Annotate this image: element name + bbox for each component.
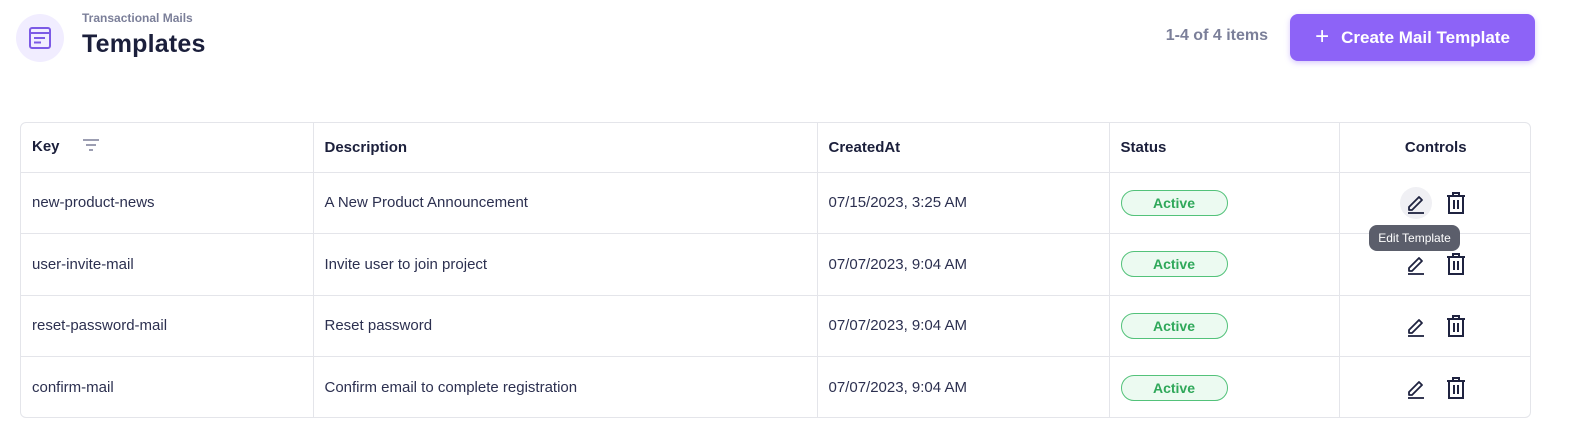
- cell-created-at: 07/07/2023, 9:04 AM: [817, 356, 1110, 417]
- create-button-label: Create Mail Template: [1341, 27, 1510, 47]
- plus-icon: +: [1315, 22, 1330, 50]
- table-header-row: Key Description CreatedAt Status Control…: [21, 123, 1530, 173]
- table-row: user-invite-mail Invite user to join pro…: [21, 233, 1530, 296]
- templates-table: Key Description CreatedAt Status Control…: [20, 122, 1531, 418]
- edit-icon[interactable]: [1399, 186, 1432, 219]
- cell-description: Confirm email to complete registration: [313, 356, 818, 417]
- column-header-description: Description: [313, 123, 818, 173]
- column-header-controls: Controls: [1339, 123, 1530, 173]
- filter-icon[interactable]: [82, 138, 100, 156]
- table-row: reset-password-mail Reset password 07/07…: [21, 295, 1530, 357]
- cell-key: new-product-news: [21, 172, 314, 234]
- column-header-key-label: Key: [32, 138, 60, 156]
- column-header-status: Status: [1109, 123, 1340, 173]
- trash-icon[interactable]: [1440, 187, 1472, 219]
- status-badge: Active: [1120, 251, 1228, 278]
- item-count: 1-4 of 4 items: [1165, 27, 1268, 44]
- breadcrumb[interactable]: Transactional Mails: [82, 11, 193, 25]
- cell-controls: [1339, 295, 1530, 357]
- trash-icon[interactable]: [1440, 310, 1472, 342]
- table-row: new-product-news A New Product Announcem…: [21, 172, 1530, 234]
- column-header-key[interactable]: Key: [21, 123, 314, 173]
- cell-status: Active: [1109, 172, 1340, 234]
- cell-description: Invite user to join project: [313, 233, 818, 296]
- cell-created-at: 07/07/2023, 9:04 AM: [817, 233, 1110, 296]
- page-header: Transactional Mails Templates 1-4 of 4 i…: [0, 0, 1574, 80]
- cell-status: Active: [1109, 233, 1340, 296]
- create-mail-template-button[interactable]: + Create Mail Template: [1290, 14, 1535, 61]
- cell-status: Active: [1109, 356, 1340, 417]
- table-row: confirm-mail Confirm email to complete r…: [21, 356, 1530, 418]
- page-title: Templates: [82, 30, 206, 58]
- edit-icon[interactable]: [1400, 372, 1432, 404]
- cell-status: Active: [1109, 295, 1340, 357]
- cell-description: Reset password: [313, 295, 818, 357]
- trash-icon[interactable]: [1440, 372, 1472, 404]
- cell-description: A New Product Announcement: [313, 172, 818, 234]
- edit-icon[interactable]: [1400, 248, 1432, 280]
- cell-controls: [1339, 357, 1530, 418]
- cell-key: user-invite-mail: [21, 233, 314, 296]
- edit-template-tooltip: Edit Template: [1369, 225, 1460, 251]
- column-header-createdat: CreatedAt: [817, 123, 1110, 173]
- document-icon: [16, 14, 64, 62]
- status-badge: Active: [1120, 374, 1228, 401]
- edit-icon[interactable]: [1400, 310, 1432, 342]
- cell-key: reset-password-mail: [21, 295, 314, 357]
- cell-created-at: 07/15/2023, 3:25 AM: [817, 172, 1110, 234]
- cell-key: confirm-mail: [21, 356, 314, 417]
- status-badge: Active: [1120, 312, 1228, 339]
- cell-created-at: 07/07/2023, 9:04 AM: [817, 295, 1110, 357]
- status-badge: Active: [1120, 189, 1228, 216]
- trash-icon[interactable]: [1440, 248, 1472, 280]
